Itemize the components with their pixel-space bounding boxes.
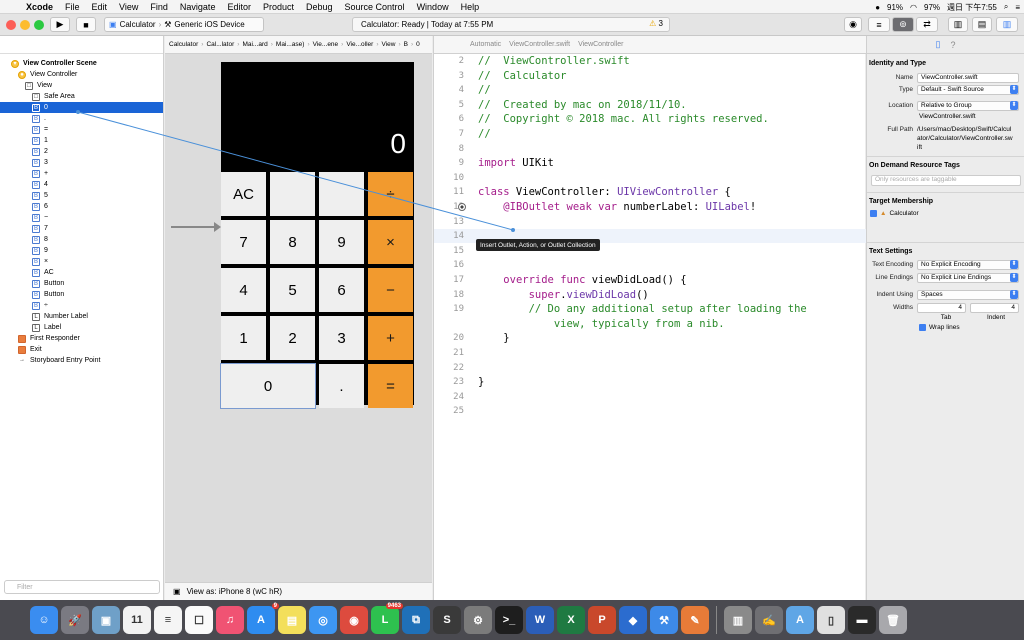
indent-width-field[interactable]: 4 — [970, 302, 1019, 313]
folder-icon[interactable]: A — [786, 606, 814, 634]
inspector-value[interactable]: No Explicit Line Endings — [917, 272, 1019, 283]
inspector-row: Indent Using Spaces — [867, 289, 1023, 300]
inspector-row: Type Default - Swift Source — [867, 84, 1023, 95]
inspector-label: Text Encoding — [872, 261, 913, 268]
inspector-tabs: ▯ ? — [867, 36, 1024, 54]
inspector-label: Widths — [893, 304, 913, 311]
trash-icon[interactable]: 🗑 — [879, 606, 907, 634]
preferences-icon[interactable]: ⚙ — [464, 606, 492, 634]
reminders-icon[interactable]: ☐ — [185, 606, 213, 634]
editor-icon[interactable]: ✍ — [755, 606, 783, 634]
wrap-lines-row[interactable]: Wrap lines — [919, 324, 960, 331]
inspector-section-title: Target Membership — [869, 198, 934, 205]
music-icon[interactable]: ♫ — [216, 606, 244, 634]
notification-badge: 9463 — [385, 603, 403, 609]
divider — [867, 242, 1024, 243]
notes-icon[interactable]: ≡ — [154, 606, 182, 634]
finder-icon[interactable]: ☺ — [30, 606, 58, 634]
sourcetree-icon[interactable]: ◆ — [619, 606, 647, 634]
resource-tags-field[interactable]: Only resources are taggable — [871, 175, 1021, 186]
inspector-row: Line Endings No Explicit Line Endings — [867, 272, 1023, 283]
checkbox[interactable] — [870, 210, 877, 217]
excel-icon[interactable]: X — [557, 606, 585, 634]
widths-captions: Tab Indent — [921, 314, 1021, 321]
line-icon[interactable]: L 9463 — [371, 603, 403, 634]
word-icon[interactable]: W — [526, 606, 554, 634]
checkbox[interactable] — [919, 324, 926, 331]
file-inspector-tab-icon[interactable]: ▯ — [936, 39, 941, 50]
inspector-section-title: Identity and Type — [869, 60, 927, 67]
inspector-label: Location — [888, 102, 913, 109]
dock: ☺ 🚀 ▣ 11 ≡ ☐ ♫ A 9 ▤ ◎ ◉ L 9463 ⧉ S ⚙ >_ W X P ◆ ⚒ ✎ ▥ ✍ A ▯ ▬ 🗑 — [0, 600, 1024, 640]
sublime-icon[interactable]: S — [433, 606, 461, 634]
inspector-section-title: On Demand Resource Tags — [869, 162, 960, 169]
inspector-label: Name — [895, 74, 913, 81]
vscode-icon[interactable]: ⧉ — [402, 606, 430, 634]
inspector-value: /Users/mac/Desktop/Swift/Calculator/Calc… — [917, 126, 1013, 151]
inspector-label: Type — [898, 86, 913, 93]
photos-icon[interactable]: ▣ — [92, 606, 120, 634]
file-inspector: ▯ ? Identity and Type Name ViewController.… — [866, 36, 1024, 600]
widths-row: Widths 4 4 — [867, 302, 1023, 313]
launchpad-icon[interactable]: 🚀 — [61, 606, 89, 634]
inspector-label: Line Endings — [875, 274, 913, 281]
quick-help-tab-icon[interactable]: ? — [950, 40, 955, 50]
terminal-icon[interactable]: >_ — [495, 606, 523, 634]
calendar-icon[interactable]: 11 — [123, 606, 151, 634]
powerpoint-icon[interactable]: P — [588, 606, 616, 634]
inspector-row: Location Relative to Group — [867, 100, 1023, 111]
mobile-icon[interactable]: ▯ — [817, 606, 845, 634]
inspector-label: Indent Using — [876, 291, 914, 298]
tab-caption: Tab — [940, 314, 952, 321]
inspector-section-title: Text Settings — [869, 248, 913, 255]
xcode-icon[interactable]: ⚒ — [650, 606, 678, 634]
divider — [867, 192, 1024, 193]
target-label: Calculator — [889, 210, 919, 217]
wrap-lines-label: Wrap lines — [929, 324, 960, 331]
app-target-icon: ▲ — [880, 210, 887, 217]
target-membership-row[interactable]: ▲ Calculator — [870, 210, 919, 217]
inspector-value[interactable]: Relative to Group — [917, 100, 1019, 111]
inspector-label: Full Path — [887, 126, 913, 133]
inspector-row: Name ViewController.swift — [867, 72, 1023, 83]
tab-width-field[interactable]: 4 — [917, 302, 966, 313]
safari-icon[interactable]: ◎ — [309, 606, 337, 634]
divider — [867, 156, 1024, 157]
inspector-value[interactable]: Spaces — [917, 289, 1019, 300]
terminal2-icon[interactable]: ▬ — [848, 606, 876, 634]
chrome-icon[interactable]: ◉ — [340, 606, 368, 634]
indent-caption: Indent — [986, 314, 1006, 321]
inspector-value[interactable]: Default - Swift Source — [917, 84, 1019, 95]
preview-icon[interactable]: ▥ — [724, 606, 752, 634]
dock-separator — [716, 606, 717, 634]
inspector-row: Text Encoding No Explicit Encoding — [867, 259, 1023, 270]
inspector-value[interactable]: ViewController.swift — [917, 72, 1019, 83]
inspector-row: Full Path/Users/mac/Desktop/Swift/Calcul… — [867, 124, 1023, 151]
notification-badge: 9 — [271, 603, 279, 609]
stickies-icon[interactable]: ▤ — [278, 606, 306, 634]
appstore-icon[interactable]: A9 — [247, 603, 279, 634]
inspector-value[interactable]: No Explicit Encoding — [917, 259, 1019, 270]
instruments-icon[interactable]: ✎ — [681, 606, 709, 634]
location-file-label: ViewController.swift — [919, 113, 976, 120]
